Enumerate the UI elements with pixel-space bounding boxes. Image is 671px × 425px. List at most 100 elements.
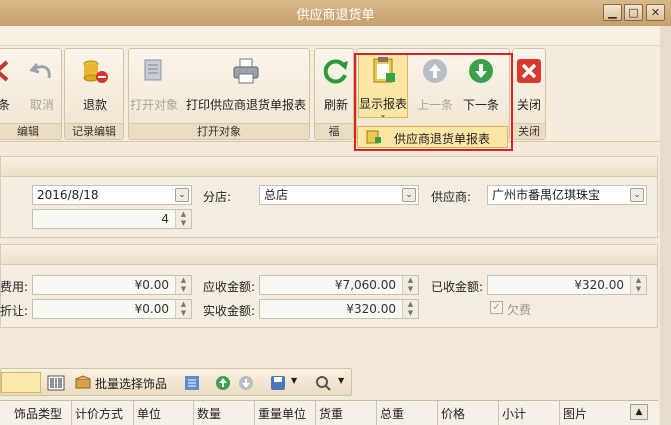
spin-up-icon[interactable]: ▲ bbox=[631, 276, 646, 285]
spin-up-icon[interactable]: ▲ bbox=[403, 300, 418, 309]
column-header[interactable]: 单位 bbox=[137, 405, 161, 422]
batch-select-label: 批量选择饰品 bbox=[95, 377, 168, 391]
spin-up-icon[interactable]: ▲ bbox=[176, 300, 191, 309]
refresh-label: 刷新 bbox=[323, 98, 348, 112]
cancel-button[interactable]: 取消 bbox=[24, 56, 60, 116]
chevron-down-icon[interactable]: ⌄ bbox=[402, 188, 416, 202]
delete-button[interactable]: 条 bbox=[0, 56, 16, 116]
undo-icon bbox=[29, 63, 51, 79]
discount-label: 折让: bbox=[0, 304, 29, 318]
close-icon: ✕ bbox=[650, 6, 661, 19]
close-red-icon bbox=[517, 59, 541, 83]
delete-label: 条 bbox=[0, 98, 10, 112]
close-window-button[interactable]: ✕ bbox=[646, 4, 665, 21]
document-grid-icon bbox=[144, 59, 162, 81]
chevron-down-icon[interactable]: ⌄ bbox=[175, 188, 189, 202]
save-icon[interactable] bbox=[269, 374, 287, 392]
minimize-icon: ▁ bbox=[608, 6, 617, 19]
spin-up-icon[interactable]: ▲ bbox=[176, 276, 191, 285]
column-header[interactable]: 小计 bbox=[502, 405, 526, 422]
spin-buttons[interactable]: ▲ ▼ bbox=[402, 276, 418, 294]
chevron-down-icon[interactable]: ⌄ bbox=[630, 188, 644, 202]
spin-buttons[interactable]: ▲ ▼ bbox=[175, 276, 191, 294]
chevron-down-icon[interactable]: ▼ bbox=[338, 376, 344, 385]
owed-checkbox[interactable]: ✓ bbox=[490, 301, 503, 314]
column-header[interactable]: 图片 bbox=[563, 405, 587, 422]
group-close-label: 关闭 bbox=[513, 123, 545, 139]
spin-up-icon[interactable]: ▲ bbox=[403, 276, 418, 285]
arrow-up-icon[interactable] bbox=[214, 374, 232, 392]
spin-down-icon[interactable]: ▼ bbox=[403, 285, 418, 294]
title-bar: 供应商退货单 ▁ □ ✕ bbox=[0, 0, 671, 26]
group-refresh-label: 福 bbox=[315, 123, 353, 139]
discount-field[interactable]: ¥0.00 ▲ ▼ bbox=[32, 299, 192, 319]
fee-field[interactable]: ¥0.00 ▲ ▼ bbox=[32, 275, 192, 295]
spin-buttons[interactable]: ▲ ▼ bbox=[175, 210, 191, 228]
actual-field[interactable]: ¥320.00 ▲ ▼ bbox=[259, 299, 419, 319]
spin-down-icon[interactable]: ▼ bbox=[176, 219, 191, 228]
spin-down-icon[interactable]: ▼ bbox=[631, 285, 646, 294]
spin-buttons[interactable]: ▲ ▼ bbox=[402, 300, 418, 318]
received-label: 已收金额: bbox=[431, 280, 484, 294]
group-record-edit-label: 记录编辑 bbox=[65, 123, 123, 139]
spin-down-icon[interactable]: ▼ bbox=[176, 309, 191, 318]
group-edit-label: 编辑 bbox=[0, 123, 61, 139]
right-scroll-strip bbox=[660, 26, 671, 425]
spin-buttons[interactable]: ▲ ▼ bbox=[630, 276, 646, 294]
supplier-select[interactable]: 广州市番禺亿琪珠宝 ⌄ bbox=[487, 185, 647, 205]
branch-select[interactable]: 总店 ⌄ bbox=[259, 185, 419, 205]
column-header[interactable]: 计价方式 bbox=[75, 405, 123, 422]
branch-label: 分店: bbox=[203, 190, 232, 204]
fee-label: 费用: bbox=[0, 280, 29, 294]
print-report-button[interactable]: 打印供应商退货单报表 bbox=[184, 56, 308, 116]
barcode-icon[interactable] bbox=[47, 374, 65, 392]
maximize-button[interactable]: □ bbox=[624, 4, 643, 21]
search-icon[interactable] bbox=[314, 374, 332, 392]
column-header[interactable]: 重量单位 bbox=[258, 405, 306, 422]
column-divider bbox=[559, 401, 560, 425]
open-object-button[interactable]: 打开对象 bbox=[128, 56, 180, 116]
highlight-box bbox=[354, 53, 513, 151]
close-button[interactable]: 关闭 bbox=[512, 56, 546, 116]
spin-buttons[interactable]: ▲ ▼ bbox=[175, 300, 191, 318]
batch-select-button[interactable]: 批量选择饰品 bbox=[71, 371, 171, 393]
receivable-field[interactable]: ¥7,060.00 ▲ ▼ bbox=[259, 275, 419, 295]
spin-down-icon[interactable]: ▼ bbox=[403, 309, 418, 318]
discount-value: ¥0.00 bbox=[134, 302, 169, 316]
close-label: 关闭 bbox=[516, 98, 541, 112]
count-stepper[interactable]: 4 ▲ ▼ bbox=[32, 209, 192, 229]
column-header[interactable]: 价格 bbox=[441, 405, 465, 422]
column-divider bbox=[71, 401, 72, 425]
chevron-up-icon: ▲ bbox=[635, 407, 643, 417]
column-divider bbox=[193, 401, 194, 425]
open-object-label: 打开对象 bbox=[129, 98, 178, 112]
actual-label: 实收金额: bbox=[203, 304, 256, 318]
column-header[interactable]: 数量 bbox=[197, 405, 221, 422]
list-icon[interactable] bbox=[183, 374, 201, 392]
minimize-button[interactable]: ▁ bbox=[603, 4, 622, 21]
column-divider bbox=[437, 401, 438, 425]
received-value: ¥320.00 bbox=[574, 278, 624, 292]
column-divider bbox=[254, 401, 255, 425]
refund-button[interactable]: 退款 bbox=[72, 56, 118, 116]
column-header[interactable]: 总重 bbox=[380, 405, 404, 422]
receivable-value: ¥7,060.00 bbox=[334, 278, 396, 292]
branch-value: 总店 bbox=[264, 188, 289, 202]
ribbon-tab-strip bbox=[0, 26, 671, 46]
refresh-button[interactable]: 刷新 bbox=[318, 56, 354, 116]
column-header[interactable]: 货重 bbox=[319, 405, 343, 422]
column-divider bbox=[133, 401, 134, 425]
scroll-up-button[interactable]: ▲ bbox=[630, 404, 648, 420]
grid-header: 饰品类型 计价方式 单位 数量 重量单位 货重 总重 价格 小计 图片 bbox=[0, 400, 658, 425]
chevron-down-icon[interactable]: ▼ bbox=[291, 376, 297, 385]
spin-up-icon[interactable]: ▲ bbox=[176, 210, 191, 219]
spin-down-icon[interactable]: ▼ bbox=[176, 285, 191, 294]
received-field[interactable]: ¥320.00 ▲ ▼ bbox=[487, 275, 647, 295]
date-value: 2016/8/18 bbox=[37, 188, 99, 202]
column-header[interactable]: 饰品类型 bbox=[14, 405, 62, 422]
date-field[interactable]: 2016/8/18 ⌄ bbox=[32, 185, 192, 205]
search-input[interactable] bbox=[1, 372, 41, 393]
column-divider bbox=[498, 401, 499, 425]
box-icon bbox=[75, 375, 91, 389]
arrow-down-icon[interactable] bbox=[237, 374, 255, 392]
